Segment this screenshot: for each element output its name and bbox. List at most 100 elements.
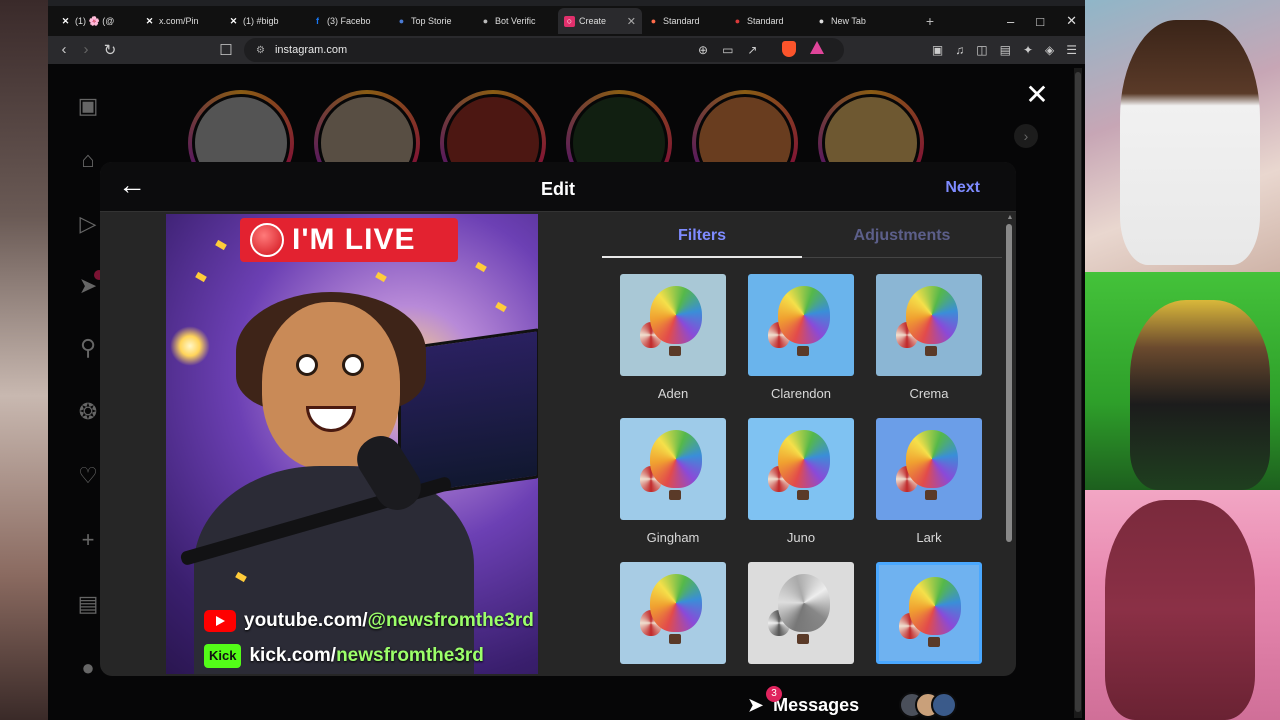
filter-thumbnail bbox=[876, 418, 982, 520]
filter-thumbnail bbox=[748, 418, 854, 520]
brave-rewards-icon[interactable] bbox=[810, 41, 824, 54]
wallet-icon[interactable]: ▤ bbox=[1000, 43, 1011, 57]
message-avatar bbox=[931, 692, 958, 718]
forward-icon[interactable]: › bbox=[74, 41, 98, 58]
filter-label: Crema bbox=[909, 386, 949, 401]
filter-thumbnail bbox=[876, 562, 982, 664]
filter-label: Clarendon bbox=[771, 386, 831, 401]
browser-tab[interactable]: ● Standard bbox=[642, 8, 726, 34]
modal-title: Edit bbox=[541, 179, 575, 199]
filter-thumbnail bbox=[748, 274, 854, 376]
filter-option[interactable] bbox=[876, 562, 982, 676]
browser-tab[interactable]: ● New Tab bbox=[810, 8, 894, 34]
hot-air-balloon-icon bbox=[778, 286, 830, 344]
balloon-basket bbox=[797, 490, 809, 500]
messages-badge: 3 bbox=[766, 686, 782, 702]
balloon-basket bbox=[797, 346, 809, 356]
browser-tab[interactable]: ✕ x.com/Pin bbox=[138, 8, 222, 34]
page-scrollbar[interactable] bbox=[1075, 72, 1081, 712]
sidebar-toggle-icon[interactable]: ◫ bbox=[976, 43, 987, 57]
filter-option[interactable] bbox=[748, 562, 854, 676]
filter-label: Aden bbox=[657, 386, 689, 401]
share-icon[interactable]: ↗ bbox=[747, 43, 757, 57]
browser-tab[interactable]: ● Standard bbox=[726, 8, 810, 34]
bookmark-icon[interactable]: ☐ bbox=[214, 41, 238, 59]
tab-adjustments[interactable]: Adjustments bbox=[802, 214, 1002, 258]
menu-icon[interactable]: ☰ bbox=[1066, 43, 1077, 57]
new-tab-button[interactable]: + bbox=[918, 13, 942, 29]
url-actions: ⊕ ▭ ↗ bbox=[698, 38, 757, 62]
browser-tab[interactable]: ○ Create ✕ bbox=[558, 8, 642, 34]
browser-tab[interactable]: ✕ (1) #bigb bbox=[222, 8, 306, 34]
filter-option[interactable]: Clarendon bbox=[748, 274, 854, 401]
hot-air-balloon-icon bbox=[650, 430, 702, 488]
balloon-basket bbox=[925, 490, 937, 500]
browser-tab-label: (3) Facebo bbox=[327, 16, 371, 26]
music-icon[interactable]: ♫ bbox=[955, 43, 964, 57]
browser-tab[interactable]: ● Bot Verific bbox=[474, 8, 558, 34]
youtube-row: youtube.com/@newsfromthe3rd bbox=[204, 608, 534, 634]
close-window-icon[interactable]: ✕ bbox=[1066, 13, 1077, 29]
close-modal-button[interactable]: ✕ bbox=[1022, 80, 1052, 110]
browser-tab-label: New Tab bbox=[831, 16, 866, 26]
balloon-basket bbox=[669, 346, 681, 356]
browser-tab[interactable]: f (3) Facebo bbox=[306, 8, 390, 34]
confetti bbox=[495, 301, 507, 313]
balloon-basket bbox=[669, 634, 681, 644]
news-icon: ● bbox=[398, 16, 405, 26]
next-button[interactable]: Next bbox=[945, 179, 980, 197]
hot-air-balloon-icon bbox=[650, 286, 702, 344]
filter-option[interactable]: Aden bbox=[620, 274, 726, 401]
messages-label: Messages bbox=[773, 694, 860, 715]
browser-tab-label: Standard bbox=[663, 16, 700, 26]
youtube-url: youtube.com/@newsfromthe3rd bbox=[244, 610, 534, 632]
streamer-figure-bottom bbox=[1105, 500, 1255, 720]
extensions-icon[interactable]: ✦ bbox=[1023, 43, 1033, 57]
messages-bar[interactable]: ➤ Messages bbox=[748, 690, 1038, 720]
toolbar-icons: ▣ ♫ ◫ ▤ ✦ ◈ ☰ bbox=[932, 36, 1077, 64]
kick-prefix: kick.com/ bbox=[249, 645, 337, 666]
hot-air-balloon-icon bbox=[778, 574, 830, 632]
filter-label: Lark bbox=[916, 530, 942, 545]
hot-air-balloon-icon bbox=[650, 574, 702, 632]
brave-shields-icon[interactable] bbox=[782, 41, 796, 57]
browser-tab[interactable]: ● Top Storie bbox=[390, 8, 474, 34]
light-flare bbox=[170, 326, 210, 366]
filter-label: Gingham bbox=[646, 530, 700, 545]
browser-tab[interactable]: ✕ (1) 🌸 (@ bbox=[54, 8, 138, 34]
balloon-basket bbox=[925, 346, 937, 356]
filter-option[interactable] bbox=[620, 562, 726, 676]
back-icon[interactable]: ‹ bbox=[52, 41, 76, 58]
reload-icon[interactable]: ↻ bbox=[98, 41, 122, 59]
confetti bbox=[215, 239, 227, 251]
filter-option[interactable]: Gingham bbox=[620, 418, 726, 545]
filters-scrollbar[interactable] bbox=[1006, 224, 1012, 542]
tab-filters[interactable]: Filters bbox=[602, 214, 802, 258]
youtube-icon bbox=[204, 610, 236, 632]
zoom-icon[interactable]: ⊕ bbox=[698, 43, 708, 57]
x-icon: ✕ bbox=[229, 15, 238, 26]
filter-option[interactable]: Lark bbox=[876, 418, 982, 545]
editor-tabs: Filters Adjustments bbox=[602, 214, 1002, 258]
scroll-up-arrow-icon[interactable]: ▲ bbox=[1006, 214, 1014, 222]
filter-option[interactable]: Crema bbox=[876, 274, 982, 401]
balloon-basket bbox=[669, 490, 681, 500]
close-tab-icon[interactable]: ✕ bbox=[627, 15, 636, 28]
filter-option[interactable]: Juno bbox=[748, 418, 854, 545]
confetti bbox=[195, 271, 207, 283]
host-eye bbox=[342, 354, 364, 376]
filter-label: Juno bbox=[786, 530, 816, 545]
hot-air-balloon-icon bbox=[778, 430, 830, 488]
hot-air-balloon-icon bbox=[906, 430, 958, 488]
brave-icon: ● bbox=[818, 16, 825, 26]
site-info-icon[interactable]: ⚙ bbox=[256, 45, 265, 56]
minimize-icon[interactable]: – bbox=[1007, 14, 1014, 29]
screenshot-icon[interactable]: ▣ bbox=[932, 43, 943, 57]
url-text: instagram.com bbox=[274, 44, 348, 56]
vpn-icon[interactable]: ◈ bbox=[1045, 43, 1054, 57]
stream-background-left bbox=[0, 0, 48, 720]
x-icon: ✕ bbox=[145, 15, 154, 26]
live-text: I'M LIVE bbox=[292, 223, 416, 256]
maximize-icon[interactable]: □ bbox=[1036, 14, 1044, 29]
cast-icon[interactable]: ▭ bbox=[722, 43, 733, 57]
